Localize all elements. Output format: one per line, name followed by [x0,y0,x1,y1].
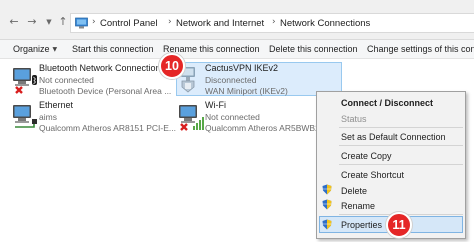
connection-status: aims [39,112,57,122]
connection-device: Qualcomm Atheros AR5BWB2 [205,123,320,133]
breadcrumb-control-panel[interactable]: Control Panel [100,18,158,29]
uac-shield-icon [322,219,332,230]
connection-status: Not connected [205,112,260,122]
up-arrow-icon[interactable]: ↑ [57,16,69,28]
menu-item-status[interactable]: Status [341,114,367,124]
connection-name: CactusVPN IKEv2 [205,63,279,73]
dropdown-caret-icon: ▼ [52,46,58,53]
connection-device: Qualcomm Atheros AR8151 PCI-E... [39,123,177,133]
connection-name: Wi-Fi [205,100,226,110]
recent-pages-chevron-icon[interactable]: ▼ [43,16,55,28]
menu-separator [339,145,463,146]
forward-arrow-icon[interactable]: → [26,16,38,28]
menu-separator [339,127,463,128]
connection-status: Not connected [39,75,94,85]
connection-item-wifi[interactable]: Wi-Fi Not connected Qualcomm Atheros AR5… [170,100,330,136]
breadcrumb[interactable]: › Control Panel › Network and Internet ›… [70,13,474,33]
step-callout-10: 10 [159,53,185,79]
connection-device: WAN Miniport (IKEv2) [205,86,288,96]
menu-item-rename[interactable]: Rename [341,201,375,211]
address-bar: ← → ▼ ↑ › Control Panel › Network and In… [0,0,474,40]
connection-item-ethernet[interactable]: Ethernet aims Qualcomm Atheros AR8151 PC… [4,100,176,136]
wifi-adapter-icon [179,105,204,131]
menu-item-connect-disconnect[interactable]: Connect / Disconnect [341,98,433,108]
breadcrumb-network-and-internet[interactable]: Network and Internet [176,18,264,29]
uac-shield-icon [322,199,332,210]
step-callout-11: 11 [386,212,412,238]
start-connection-button[interactable]: Start this connection [72,44,154,54]
connection-item-cactusvpn[interactable]: CactusVPN IKEv2 Disconnected WAN Minipor… [170,63,330,99]
uac-shield-icon [322,184,332,195]
command-bar: Organize ▼ Start this connection Rename t… [0,40,474,59]
organize-label: Organize [13,44,50,54]
connection-name: Ethernet [39,100,74,110]
ethernet-adapter-icon [13,105,37,128]
rename-connection-button[interactable]: Rename this connection [163,44,260,54]
control-panel-icon [75,17,88,29]
connection-device: Bluetooth Device (Personal Area ... [39,86,172,96]
menu-item-set-default[interactable]: Set as Default Connection [341,132,446,142]
back-arrow-icon[interactable]: ← [8,16,20,28]
connection-name: Bluetooth Network Connection [39,63,161,73]
menu-item-delete[interactable]: Delete [341,186,367,196]
breadcrumb-separator-icon: › [168,17,172,27]
connection-status: Disconnected [205,75,257,85]
change-settings-button[interactable]: Change settings of this connecti [367,44,474,54]
organize-menu-button[interactable]: Organize ▼ [13,44,57,54]
menu-separator [339,164,463,165]
menu-item-create-shortcut[interactable]: Create Shortcut [341,170,404,180]
delete-connection-button[interactable]: Delete this connection [269,44,358,54]
connection-item-bluetooth[interactable]: Bluetooth Network Connection Not connect… [4,63,171,99]
menu-item-properties[interactable]: Properties [341,220,382,230]
bluetooth-adapter-icon [13,68,37,94]
menu-item-create-copy[interactable]: Create Copy [341,151,392,161]
breadcrumb-separator-icon: › [272,17,276,27]
breadcrumb-separator-icon: › [92,17,96,27]
breadcrumb-network-connections[interactable]: Network Connections [280,18,370,29]
